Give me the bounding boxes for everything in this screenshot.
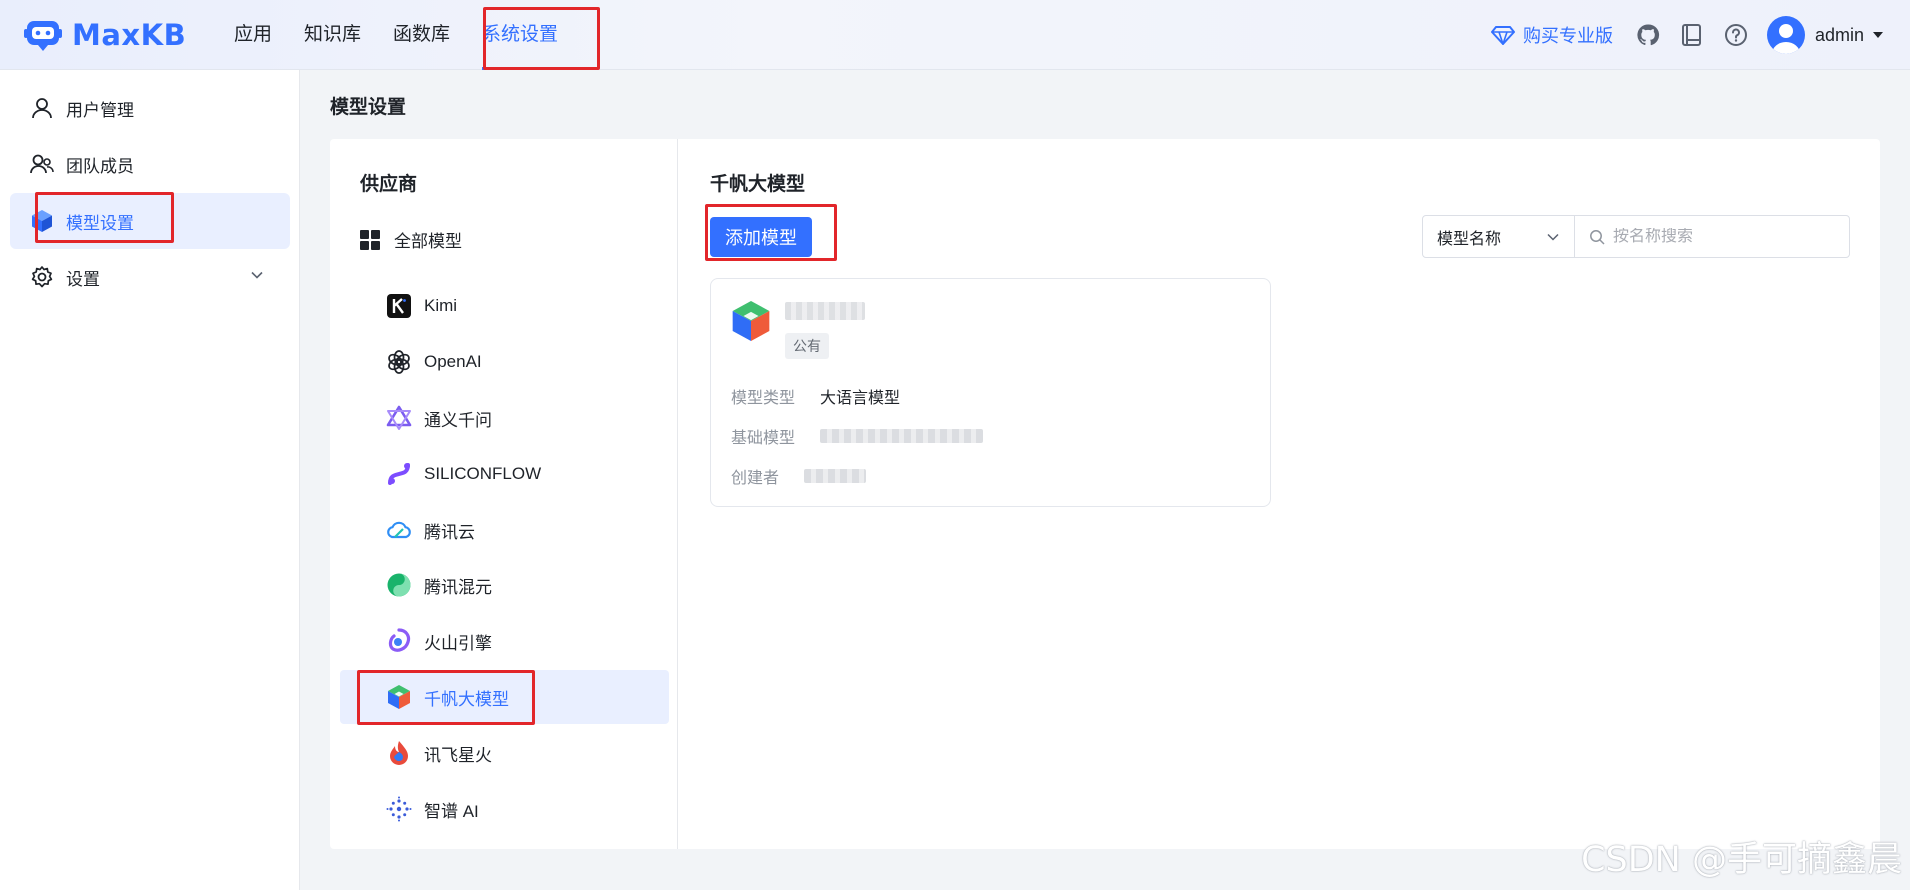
header-actions: 购买专业版 admin (1490, 0, 1884, 70)
top-header: MaxKB 应用 知识库 函数库 系统设置 购买专业版 admin (0, 0, 1910, 70)
diamond-icon (1490, 26, 1515, 45)
book-icon[interactable] (1679, 22, 1705, 48)
provider-item-qianfan[interactable]: 千帆大模型 (340, 670, 669, 724)
provider-item-siliconflow[interactable]: SILICONFLOW (340, 447, 669, 501)
model-settings-panel: 供应商 全部模型 Kimi OpenAI 通义千问 SILICONFLOW 腾讯… (330, 139, 1880, 849)
caret-down-icon[interactable] (1872, 30, 1884, 40)
provider-item-volcengine[interactable]: 火山引擎 (340, 614, 669, 668)
gear-icon (30, 265, 54, 289)
user-name[interactable]: admin (1815, 25, 1864, 46)
provider-label: 通义千问 (424, 410, 492, 430)
zhipu-icon (386, 796, 412, 822)
provider-item-spark[interactable]: 讯飞星火 (340, 726, 669, 780)
all-models-item[interactable]: 全部模型 (360, 227, 462, 252)
model-type-label: 模型类型 (731, 390, 796, 407)
base-model-value-redacted (820, 429, 983, 443)
qianfan-icon (732, 301, 770, 341)
provider-label: 智谱 AI (424, 801, 479, 821)
provider-heading: 千帆大模型 (710, 174, 806, 195)
siliconflow-icon (386, 461, 412, 487)
filter-select-value: 模型名称 (1437, 230, 1502, 248)
provider-label: Kimi (424, 296, 458, 315)
avatar-icon (1771, 24, 1800, 54)
sidebar-item-label: 设置 (66, 269, 100, 289)
provider-item-tongyi[interactable]: 通义千问 (340, 391, 669, 445)
user-icon (30, 96, 54, 120)
sidebar-item-team[interactable]: 团队成员 (10, 136, 290, 192)
buy-pro-label: 购买专业版 (1522, 26, 1613, 46)
chevron-down-icon (251, 271, 263, 279)
add-model-button[interactable]: 添加模型 (710, 217, 812, 257)
nav-knowledge[interactable]: 知识库 (304, 0, 361, 70)
provider-label: SILICONFLOW (424, 464, 542, 483)
provider-item-kimi[interactable]: Kimi (340, 279, 669, 333)
kimi-icon (386, 293, 412, 319)
chevron-down-icon (1547, 233, 1559, 241)
model-name-redacted (785, 302, 865, 320)
tongyi-icon (386, 405, 412, 431)
model-filter: 模型名称 (1422, 215, 1850, 258)
provider-label: 讯飞星火 (424, 745, 492, 765)
sidebar-item-model-settings[interactable]: 模型设置 (10, 193, 290, 249)
filter-field-select[interactable]: 模型名称 (1423, 216, 1575, 257)
hunyuan-icon (386, 572, 412, 598)
provider-label: OpenAI (424, 352, 482, 371)
provider-title: 供应商 (360, 174, 418, 195)
openai-icon (386, 349, 412, 375)
nav-functions[interactable]: 函数库 (393, 0, 450, 70)
model-list-area: 千帆大模型 添加模型 模型名称 公有 模型类型 大语言模型 基础模型 创建者 (679, 139, 1880, 849)
status-badge: 公有 (785, 333, 829, 359)
provider-item-openai[interactable]: OpenAI (340, 335, 669, 389)
search-input[interactable] (1613, 227, 1833, 246)
nav-system-settings[interactable]: 系统设置 (482, 0, 559, 70)
sidebar-item-label: 团队成员 (66, 156, 134, 176)
provider-label: 腾讯云 (424, 522, 475, 542)
provider-item-hunyuan[interactable]: 腾讯混元 (340, 558, 669, 612)
sidebar-item-label: 用户管理 (66, 100, 134, 120)
provider-item-zhipu[interactable]: 智谱 AI (340, 782, 669, 836)
help-icon[interactable] (1723, 22, 1749, 48)
tencent-cloud-icon (386, 517, 412, 543)
all-models-label: 全部模型 (394, 232, 462, 251)
model-type-value: 大语言模型 (820, 390, 901, 407)
avatar[interactable] (1766, 16, 1805, 54)
page-title: 模型设置 (330, 97, 407, 118)
logo-text: MaxKB (72, 18, 187, 52)
app-logo[interactable]: MaxKB (24, 16, 186, 54)
nav-apps[interactable]: 应用 (234, 0, 272, 70)
provider-label: 千帆大模型 (424, 689, 509, 709)
volcengine-icon (386, 628, 412, 654)
creator-label: 创建者 (731, 470, 780, 487)
sidebar-item-users[interactable]: 用户管理 (10, 80, 290, 136)
grid-icon (360, 229, 380, 250)
sidebar-item-label: 模型设置 (66, 213, 134, 233)
github-icon[interactable] (1635, 22, 1661, 48)
left-sidebar: 用户管理 团队成员 模型设置 设置 (0, 70, 300, 890)
qianfan-icon (386, 684, 412, 710)
team-icon (30, 152, 54, 176)
search-box (1575, 216, 1849, 257)
sidebar-item-settings[interactable]: 设置 (10, 249, 290, 305)
model-card[interactable]: 公有 模型类型 大语言模型 基础模型 创建者 (710, 278, 1271, 507)
buy-pro-button[interactable]: 购买专业版 (1490, 22, 1613, 48)
robot-logo-icon (24, 21, 62, 51)
provider-list: 供应商 全部模型 Kimi OpenAI 通义千问 SILICONFLOW 腾讯… (330, 139, 678, 849)
creator-value-redacted (804, 469, 866, 483)
search-icon (1590, 229, 1605, 245)
base-model-label: 基础模型 (731, 430, 796, 447)
top-nav: 应用 知识库 函数库 系统设置 (234, 0, 590, 70)
watermark: CSDN @手可摘鑫晨 (1581, 840, 1902, 880)
cube-icon (30, 209, 54, 233)
provider-label: 火山引擎 (424, 633, 492, 653)
provider-label: 腾讯混元 (424, 577, 492, 597)
spark-icon (386, 740, 412, 766)
provider-item-tencent-cloud[interactable]: 腾讯云 (340, 503, 669, 557)
